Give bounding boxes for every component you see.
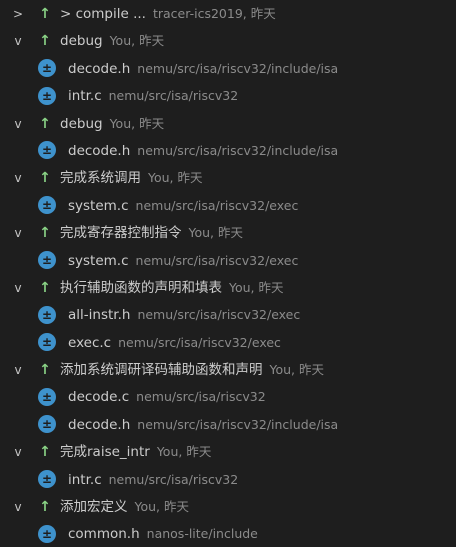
file-path: nemu/src/isa/riscv32 xyxy=(108,471,239,487)
file-name: exec.c xyxy=(68,334,112,351)
arrow-up-icon: ↑ xyxy=(39,115,51,132)
commit-row[interactable]: > ↑ > compile ... tracer-ics2019, 昨天 xyxy=(0,0,456,27)
changed-file-row[interactable]: ± system.c nemu/src/isa/riscv32/exec xyxy=(0,192,456,219)
commit-history-tree: > ↑ > compile ... tracer-ics2019, 昨天 v ↑ debug… xyxy=(0,0,456,547)
file-name: intr.c xyxy=(68,88,102,105)
commit-author-date: You, 昨天 xyxy=(188,225,244,241)
file-name: decode.h xyxy=(68,416,131,433)
chevron-down-icon[interactable]: v xyxy=(12,165,24,191)
commit-author-date: You, 昨天 xyxy=(134,499,190,515)
file-name: all-instr.h xyxy=(68,307,131,324)
file-name: decode.h xyxy=(68,60,131,77)
file-name: common.h xyxy=(68,526,140,543)
modified-file-icon: ± xyxy=(38,86,56,105)
file-path: nemu/src/isa/riscv32 xyxy=(108,88,239,104)
chevron-down-icon[interactable]: v xyxy=(12,494,24,520)
chevron-down-icon[interactable]: v xyxy=(12,220,24,246)
commit-author-date: tracer-ics2019, 昨天 xyxy=(152,6,276,21)
commit-row[interactable]: v ↑ 完成系统调用 You, 昨天 xyxy=(0,164,456,191)
modified-file-icon: ± xyxy=(38,141,56,160)
file-path: nemu/src/isa/riscv32/include/isa xyxy=(137,60,339,76)
commit-row[interactable]: v ↑ 执行辅助函数的声明和填表 You, 昨天 xyxy=(0,274,456,301)
changed-file-row[interactable]: ± system.c nemu/src/isa/riscv32/exec xyxy=(0,247,456,274)
modified-file-icon: ± xyxy=(38,470,56,489)
modified-file-icon: ± xyxy=(38,333,56,352)
modified-file-icon: ± xyxy=(38,59,56,78)
file-path: nanos-lite/include xyxy=(146,526,258,542)
changed-file-row[interactable]: ± decode.c nemu/src/isa/riscv32 xyxy=(0,383,456,410)
file-path: nemu/src/isa/riscv32/exec xyxy=(118,334,281,350)
commit-author-date: You, 昨天 xyxy=(109,115,165,131)
commit-row[interactable]: v ↑ 完成寄存器控制指令 You, 昨天 xyxy=(0,219,456,246)
modified-file-icon: ± xyxy=(38,524,56,543)
chevron-down-icon[interactable]: v xyxy=(12,275,24,301)
file-name: system.c xyxy=(68,197,129,214)
chevron-down-icon[interactable]: v xyxy=(12,357,24,383)
chevron-down-icon[interactable]: v xyxy=(12,111,24,137)
file-path: nemu/src/isa/riscv32/exec xyxy=(137,307,301,323)
changed-file-row[interactable]: ± common.h nanos-lite/include xyxy=(0,520,456,547)
file-name: system.c xyxy=(68,252,129,269)
commit-author-date: You, 昨天 xyxy=(156,444,212,460)
changed-file-row[interactable]: ± decode.h nemu/src/isa/riscv32/include/is… xyxy=(0,411,456,438)
arrow-up-icon: ↑ xyxy=(39,499,51,516)
modified-file-icon: ± xyxy=(38,305,56,324)
commit-author-date: You, 昨天 xyxy=(148,170,203,186)
arrow-up-icon: ↑ xyxy=(39,225,51,242)
modified-file-icon: ± xyxy=(38,387,56,406)
commit-message: 完成系统调用 xyxy=(60,170,141,187)
modified-file-icon: ± xyxy=(38,196,56,215)
arrow-up-icon: ↑ xyxy=(39,6,51,22)
commit-message: 添加系统调研译码辅助函数和声明 xyxy=(60,362,263,379)
chevron-down-icon[interactable]: v xyxy=(12,439,24,465)
commit-message: debug xyxy=(60,115,103,132)
modified-file-icon: ± xyxy=(38,415,56,434)
arrow-up-icon: ↑ xyxy=(39,279,51,296)
changed-file-row[interactable]: ± decode.h nemu/src/isa/riscv32/include/is… xyxy=(0,55,456,82)
commit-row[interactable]: v ↑ 完成raise_intr You, 昨天 xyxy=(0,438,456,465)
commit-message: 完成寄存器控制指令 xyxy=(60,225,182,242)
arrow-up-icon: ↑ xyxy=(39,444,51,461)
changed-file-row[interactable]: ± intr.c nemu/src/isa/riscv32 xyxy=(0,466,456,493)
commit-row[interactable]: v ↑ 添加系统调研译码辅助函数和声明 You, 昨天 xyxy=(0,356,456,383)
file-path: nemu/src/isa/riscv32/exec xyxy=(135,197,299,213)
changed-file-row[interactable]: ± decode.h nemu/src/isa/riscv32/include/is… xyxy=(0,137,456,164)
changed-file-row[interactable]: ± exec.c nemu/src/isa/riscv32/exec xyxy=(0,329,456,356)
commit-message: > compile ... xyxy=(60,6,146,22)
commit-message: 执行辅助函数的声明和填表 xyxy=(60,279,222,296)
file-name: intr.c xyxy=(68,471,102,488)
chevron-right-icon[interactable]: > xyxy=(12,1,24,27)
commit-message: debug xyxy=(60,33,103,50)
file-name: decode.h xyxy=(68,142,131,159)
file-path: nemu/src/isa/riscv32/include/isa xyxy=(137,416,339,432)
file-path: nemu/src/isa/riscv32/exec xyxy=(135,252,299,268)
file-path: nemu/src/isa/riscv32 xyxy=(136,389,266,405)
arrow-up-icon: ↑ xyxy=(39,33,51,50)
commit-author-date: You, 昨天 xyxy=(109,33,165,49)
arrow-up-icon: ↑ xyxy=(39,170,51,187)
changed-file-row[interactable]: ± intr.c nemu/src/isa/riscv32 xyxy=(0,82,456,109)
commit-author-date: You, 昨天 xyxy=(269,362,325,378)
commit-author-date: You, 昨天 xyxy=(229,279,284,295)
commit-row[interactable]: v ↑ debug You, 昨天 xyxy=(0,27,456,54)
commit-row[interactable]: v ↑ debug You, 昨天 xyxy=(0,110,456,137)
commit-message: 添加宏定义 xyxy=(60,499,128,516)
modified-file-icon: ± xyxy=(38,251,56,270)
commit-row[interactable]: v ↑ 添加宏定义 You, 昨天 xyxy=(0,493,456,520)
changed-file-row[interactable]: ± all-instr.h nemu/src/isa/riscv32/exec xyxy=(0,301,456,328)
file-name: decode.c xyxy=(68,389,130,406)
arrow-up-icon: ↑ xyxy=(39,362,51,379)
chevron-down-icon[interactable]: v xyxy=(12,28,24,54)
commit-message: 完成raise_intr xyxy=(60,444,150,461)
file-path: nemu/src/isa/riscv32/include/isa xyxy=(137,142,339,158)
